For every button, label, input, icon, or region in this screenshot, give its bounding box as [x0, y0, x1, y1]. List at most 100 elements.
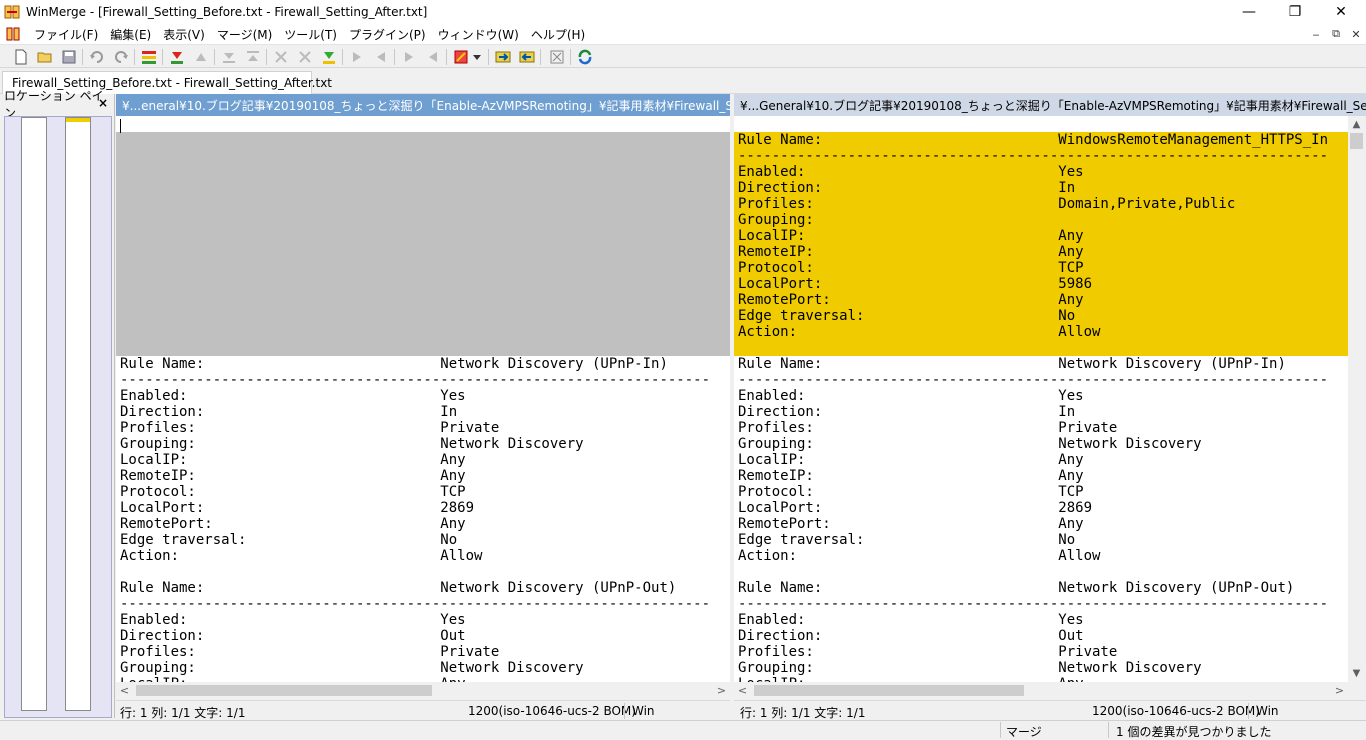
- document-tab-bar: Firewall_Setting_Before.txt - Firewall_S…: [0, 68, 1366, 94]
- compare-left-icon[interactable]: [494, 48, 512, 66]
- new-file-icon[interactable]: [12, 48, 30, 66]
- left-cursor-position: 行: 1 列: 1/1 文字: 1/1: [120, 706, 246, 720]
- scroll-thumb[interactable]: [136, 685, 432, 696]
- location-pane-header: ロケーション ペイン ×: [0, 89, 114, 120]
- code-line: Grouping: Network Discovery: [738, 660, 1202, 676]
- code-line: Profiles: Domain,Private,Public: [738, 196, 1236, 212]
- scroll-left-arrow-icon[interactable]: <: [734, 682, 751, 699]
- code-line: ----------------------------------------…: [738, 148, 1329, 164]
- code-line: Protocol: TCP: [738, 260, 1084, 276]
- code-line: Enabled: Yes: [738, 164, 1084, 180]
- menu-tools[interactable]: ツール(T): [278, 26, 343, 43]
- mdi-close-button[interactable]: ✕: [1348, 26, 1364, 42]
- current-diff-icon[interactable]: [272, 48, 290, 66]
- menu-file[interactable]: ファイル(F): [28, 26, 104, 43]
- copy-left-advance-icon[interactable]: [372, 48, 390, 66]
- menu-bar: ファイル(F) 編集(E) 表示(V) マージ(M) ツール(T) プラグイン(…: [0, 24, 1366, 44]
- code-line: Edge traversal: No: [120, 532, 458, 548]
- code-line: ----------------------------------------…: [120, 372, 711, 388]
- maximize-button[interactable]: ❐: [1272, 0, 1318, 24]
- undo-icon[interactable]: [88, 48, 106, 66]
- code-line: Action: Allow: [738, 548, 1101, 564]
- code-line: ----------------------------------------…: [738, 596, 1329, 612]
- code-line: RemoteIP: Any: [738, 468, 1084, 484]
- code-line: Grouping: Network Discovery: [738, 436, 1202, 452]
- left-horizontal-scrollbar[interactable]: < >: [116, 682, 730, 699]
- code-line: Direction: Out: [120, 628, 466, 644]
- scroll-right-arrow-icon[interactable]: >: [713, 682, 730, 699]
- vertical-scrollbar[interactable]: ▲ ▼: [1348, 116, 1365, 682]
- scroll-down-arrow-icon[interactable]: ▼: [1348, 665, 1365, 682]
- right-horizontal-scrollbar[interactable]: < >: [734, 682, 1348, 699]
- left-editor-pane[interactable]: Rule Name: Network Discovery (UPnP-In) --…: [116, 116, 730, 682]
- code-line: Direction: In: [738, 404, 1076, 420]
- toolbar-separator: [488, 49, 489, 65]
- code-line: Grouping: Network Discovery: [120, 436, 584, 452]
- code-line: Profiles: Private: [120, 644, 500, 660]
- right-diff-text: Rule Name: WindowsRemoteManagement_HTTPS…: [738, 132, 1328, 356]
- collapse-icon[interactable]: [548, 48, 566, 66]
- menu-edit[interactable]: 編集(E): [104, 26, 157, 43]
- location-pane-close-button[interactable]: ×: [98, 96, 108, 110]
- code-line: Direction: Out: [738, 628, 1084, 644]
- document-icon[interactable]: [6, 27, 20, 41]
- compare-icon[interactable]: [424, 48, 442, 66]
- code-line: Rule Name: Network Discovery (UPnP-Out): [120, 580, 677, 596]
- menu-help[interactable]: ヘルプ(H): [525, 26, 591, 43]
- code-line: LocalIP: Any: [738, 452, 1084, 468]
- menu-view[interactable]: 表示(V): [157, 26, 211, 43]
- refresh-icon[interactable]: [576, 48, 594, 66]
- location-diff-marker: [66, 118, 90, 122]
- left-pane-status: 行: 1 列: 1/1 文字: 1/1 1200(iso-10646-ucs-2…: [116, 700, 730, 720]
- minimize-button[interactable]: —: [1226, 0, 1272, 24]
- right-editor-pane[interactable]: Rule Name: WindowsRemoteManagement_HTTPS…: [734, 116, 1348, 682]
- copy-left-icon[interactable]: [320, 48, 338, 66]
- last-diff-icon[interactable]: [244, 48, 262, 66]
- close-button[interactable]: ✕: [1318, 0, 1364, 24]
- vertical-scroll-thumb[interactable]: [1350, 133, 1363, 149]
- mdi-restore-button[interactable]: ⧉: [1328, 26, 1344, 42]
- edit-options-icon[interactable]: [452, 48, 470, 66]
- merge-all-icon[interactable]: [140, 48, 158, 66]
- redo-icon[interactable]: [112, 48, 130, 66]
- copy-right-advance-icon[interactable]: [348, 48, 366, 66]
- menu-window[interactable]: ウィンドウ(W): [432, 26, 525, 43]
- save-icon[interactable]: [60, 48, 78, 66]
- menu-plugins[interactable]: プラグイン(P): [343, 26, 432, 43]
- missing-lines-block: [116, 132, 730, 356]
- code-line: ----------------------------------------…: [120, 596, 711, 612]
- code-line: ----------------------------------------…: [738, 372, 1329, 388]
- status-divider: [624, 703, 625, 719]
- mdi-minimize-button[interactable]: ‒: [1308, 26, 1324, 42]
- open-folder-icon[interactable]: [36, 48, 54, 66]
- location-bar-left[interactable]: [21, 117, 47, 711]
- code-line: Profiles: Private: [120, 420, 500, 436]
- location-pane-map[interactable]: [4, 116, 112, 718]
- scroll-thumb[interactable]: [754, 685, 1024, 696]
- code-line: Action: Allow: [738, 324, 1101, 340]
- toolbar-separator: [214, 49, 215, 65]
- copy-right-icon[interactable]: [296, 48, 314, 66]
- scroll-right-arrow-icon[interactable]: >: [1331, 682, 1348, 699]
- dropdown-icon[interactable]: [472, 48, 482, 66]
- scroll-up-arrow-icon[interactable]: ▲: [1348, 116, 1365, 133]
- options-icon[interactable]: [400, 48, 418, 66]
- menu-merge[interactable]: マージ(M): [211, 26, 278, 43]
- toolbar-separator: [342, 49, 343, 65]
- first-diff-icon[interactable]: [220, 48, 238, 66]
- compare-right-icon[interactable]: [518, 48, 536, 66]
- code-line: Action: Allow: [120, 548, 483, 564]
- location-pane: ロケーション ペイン ×: [0, 89, 115, 718]
- scroll-left-arrow-icon[interactable]: <: [116, 682, 133, 699]
- location-bar-right[interactable]: [65, 117, 91, 711]
- code-line: Profiles: Private: [738, 644, 1118, 660]
- prev-diff-icon[interactable]: [192, 48, 210, 66]
- code-line: Edge traversal: No: [738, 532, 1076, 548]
- window-title: WinMerge - [Firewall_Setting_Before.txt …: [26, 5, 428, 19]
- right-code-text: Rule Name: Network Discovery (UPnP-In) --…: [738, 356, 1328, 682]
- code-line: RemotePort: Any: [738, 516, 1084, 532]
- next-diff-icon[interactable]: [168, 48, 186, 66]
